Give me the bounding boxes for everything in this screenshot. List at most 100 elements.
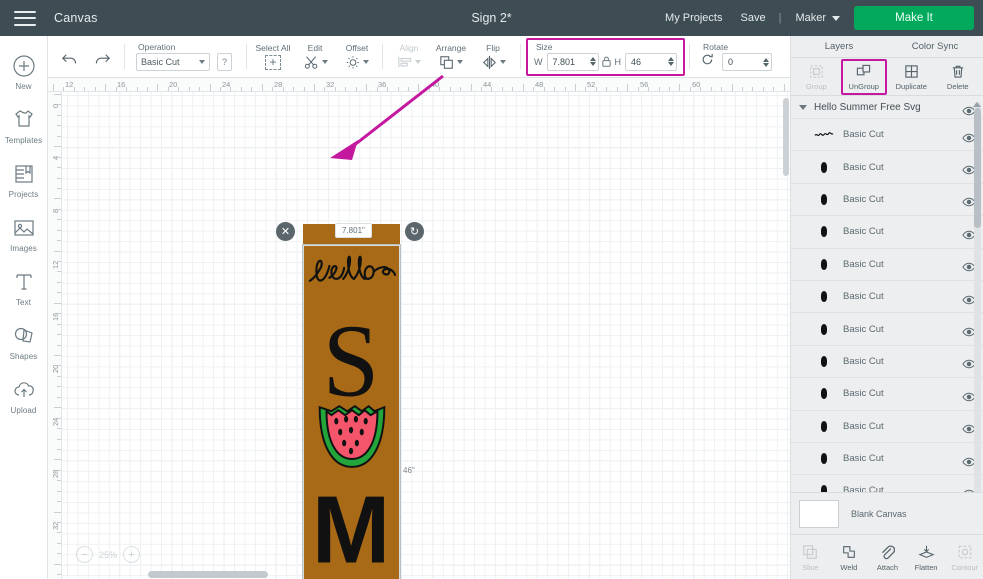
sidebar-item-images[interactable]: Images <box>0 208 48 260</box>
canvas-area[interactable]: S M M <box>48 78 790 579</box>
sidebar-item-label: Shapes <box>9 352 38 361</box>
canvas-vertical-scrollbar[interactable] <box>783 98 789 176</box>
hamburger-icon[interactable] <box>14 10 36 26</box>
ruler-tick-label: 28 <box>51 469 60 478</box>
operation-group: Operation Basic Cut ? <box>124 36 246 77</box>
operation-select[interactable]: Basic Cut <box>136 53 210 71</box>
table-row[interactable]: Basic Cut <box>791 346 983 379</box>
flip-button[interactable]: Flip <box>476 43 510 71</box>
chevron-down-icon <box>199 60 205 64</box>
flip-icon <box>481 54 506 71</box>
table-row[interactable]: Basic Cut <box>791 313 983 346</box>
align-button[interactable]: Align <box>392 43 426 71</box>
undo-icon[interactable] <box>60 51 80 72</box>
tab-layers[interactable]: Layers <box>791 36 887 57</box>
table-row[interactable]: Basic Cut <box>791 119 983 152</box>
rotate-input-field[interactable] <box>728 57 761 67</box>
save-button[interactable]: Save <box>732 12 775 24</box>
layer-name: Basic Cut <box>843 161 884 173</box>
sidebar-item-shapes[interactable]: Shapes <box>0 316 48 368</box>
machine-label: Maker <box>795 12 826 24</box>
chevron-down-icon[interactable] <box>799 105 807 110</box>
layer-group-row[interactable]: Hello Summer Free Svg <box>791 97 983 119</box>
select-all-label: Select All <box>255 42 291 53</box>
rotate-stepper[interactable] <box>763 57 769 67</box>
layer-name: Basic Cut <box>843 258 884 270</box>
edit-button[interactable]: Edit <box>298 43 332 71</box>
table-row[interactable]: Basic Cut <box>791 378 983 411</box>
table-row[interactable]: Basic Cut <box>791 411 983 443</box>
rotate-group: Rotate <box>689 36 782 77</box>
ruler-tick-label: 60 <box>692 80 701 89</box>
arrange-label: Arrange <box>435 42 467 53</box>
ruler-tick-label: 44 <box>483 80 492 89</box>
ungroup-button[interactable]: UnGroup <box>840 58 887 95</box>
tab-color-sync[interactable]: Color Sync <box>887 36 983 57</box>
sidebar-item-new[interactable]: New <box>0 46 48 98</box>
sidebar-item-text[interactable]: Text <box>0 262 48 314</box>
canvas-thumbnail[interactable] <box>799 499 839 528</box>
scroll-up-arrow-icon[interactable] <box>973 102 981 107</box>
slice-button[interactable]: Slice <box>792 542 828 572</box>
flatten-button[interactable]: Flatten <box>908 542 944 572</box>
attach-button[interactable]: Attach <box>869 542 905 572</box>
zoom-out-button[interactable]: − <box>76 546 93 563</box>
my-projects-link[interactable]: My Projects <box>656 12 731 24</box>
sidebar-item-label: Images <box>10 244 37 253</box>
table-row[interactable]: Basic Cut <box>791 281 983 314</box>
canvas-background-label: Blank Canvas <box>851 508 907 519</box>
zoom-in-button[interactable]: + <box>123 546 141 563</box>
contour-button[interactable]: Contour <box>947 542 983 572</box>
width-stepper[interactable] <box>589 57 596 66</box>
lock-closed-icon[interactable] <box>599 55 615 68</box>
height-stepper[interactable] <box>668 57 674 66</box>
sidebar-item-templates[interactable]: Templates <box>0 100 48 152</box>
sign-artwork[interactable]: S M M <box>303 245 400 579</box>
width-input[interactable] <box>546 52 599 71</box>
sidebar-item-label: New <box>15 82 32 91</box>
table-row[interactable]: Basic Cut <box>791 249 983 281</box>
canvas-label[interactable]: Canvas <box>54 11 98 25</box>
rotate-input[interactable] <box>722 53 772 71</box>
sidebar-item-upload[interactable]: Upload <box>0 370 48 422</box>
make-it-button[interactable]: Make It <box>854 6 974 30</box>
operation-help-button[interactable]: ? <box>217 53 232 71</box>
layers-list[interactable]: Hello Summer Free Svg Basic Cut Basic Cu… <box>791 97 983 536</box>
table-row[interactable]: Basic Cut <box>791 216 983 249</box>
watermelon-icon <box>318 404 386 468</box>
width-input-field[interactable] <box>552 56 588 67</box>
rotate-handle[interactable]: ↻ <box>405 222 424 241</box>
machine-selector[interactable]: Maker <box>785 12 844 24</box>
layer-name: Basic Cut <box>843 453 884 465</box>
cricut-design-space-app: Canvas Sign 2* My Projects Save | Maker … <box>0 0 983 579</box>
sidebar-item-label: Projects <box>8 190 39 199</box>
height-size-badge: 46" <box>403 466 415 475</box>
contour-icon <box>957 542 973 561</box>
trash-icon <box>951 63 965 80</box>
height-input[interactable] <box>625 52 677 71</box>
layers-scrollbar-thumb[interactable] <box>974 108 981 228</box>
right-panel: Layers Color Sync Group UnGroup Duplicat… <box>790 36 983 579</box>
table-row[interactable]: Basic Cut <box>791 184 983 217</box>
layer-name: Basic Cut <box>843 291 884 303</box>
table-row[interactable]: Basic Cut <box>791 443 983 476</box>
delete-button[interactable]: Delete <box>936 63 980 91</box>
ruler-tick-label: 32 <box>326 80 335 89</box>
sidebar-item-projects[interactable]: Projects <box>0 154 48 206</box>
canvas-horizontal-scrollbar[interactable] <box>148 571 268 578</box>
select-all-button[interactable]: Select All + <box>256 43 290 71</box>
delete-handle[interactable]: ✕ <box>276 222 295 241</box>
table-row[interactable]: Basic Cut <box>791 151 983 184</box>
group-button[interactable]: Group <box>794 63 838 91</box>
arrange-button[interactable]: Arrange <box>434 43 468 71</box>
undo-redo-group <box>48 36 124 77</box>
offset-button[interactable]: Offset <box>340 43 374 71</box>
ruler-tick-label: 36 <box>378 80 387 89</box>
weld-button[interactable]: Weld <box>831 542 867 572</box>
canvas-background-row[interactable]: Blank Canvas <box>791 492 983 534</box>
ruler-tick-label: 28 <box>274 80 283 89</box>
redo-icon[interactable] <box>92 51 112 72</box>
duplicate-button[interactable]: Duplicate <box>889 63 933 91</box>
height-input-field[interactable] <box>631 56 666 67</box>
sidebar-item-label: Upload <box>10 406 37 415</box>
